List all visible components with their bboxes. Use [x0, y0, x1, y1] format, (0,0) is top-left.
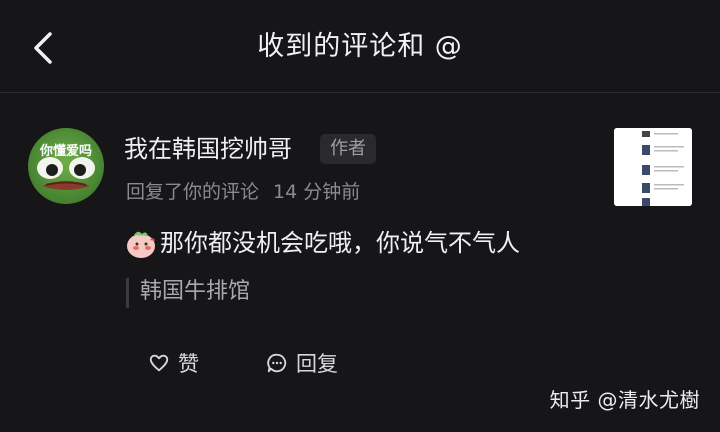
avatar[interactable]: 你懂爱吗 [28, 128, 104, 204]
header-divider [0, 92, 720, 93]
heart-icon [149, 354, 169, 372]
document-thumbnail-icon [614, 128, 692, 206]
like-label: 赞 [178, 352, 199, 376]
blushing-peach-icon [127, 231, 155, 258]
notification-page: 收到的评论和 @ 你懂爱吗 我在韩国挖帅哥 作者 回复了你的评论 14 分钟前 [0, 0, 720, 432]
quote-bar [126, 278, 129, 308]
quoted-comment[interactable]: 韩国牛排馆 [140, 276, 250, 308]
author-badge: 作者 [320, 134, 376, 164]
action-text: 回复了你的评论 [126, 181, 260, 203]
avatar-caption: 你懂爱吗 [39, 144, 92, 159]
watermark: 知乎 @清水尤樹 [549, 388, 700, 412]
page-title: 收到的评论和 @ [257, 31, 463, 62]
like-button[interactable]: 赞 [148, 346, 199, 380]
notification-meta: 回复了你的评论 14 分钟前 [126, 179, 360, 205]
username[interactable]: 我在韩国挖帅哥 [124, 133, 292, 165]
reply-label: 回复 [296, 352, 338, 376]
post-thumbnail[interactable] [614, 128, 692, 206]
header: 收到的评论和 @ [0, 0, 720, 92]
speech-bubble-icon [267, 353, 287, 373]
timestamp: 14 分钟前 [273, 181, 361, 203]
comment-text: 那你都没机会吃哦，你说气不气人 [160, 229, 520, 257]
reply-button[interactable]: 回复 [266, 346, 338, 380]
